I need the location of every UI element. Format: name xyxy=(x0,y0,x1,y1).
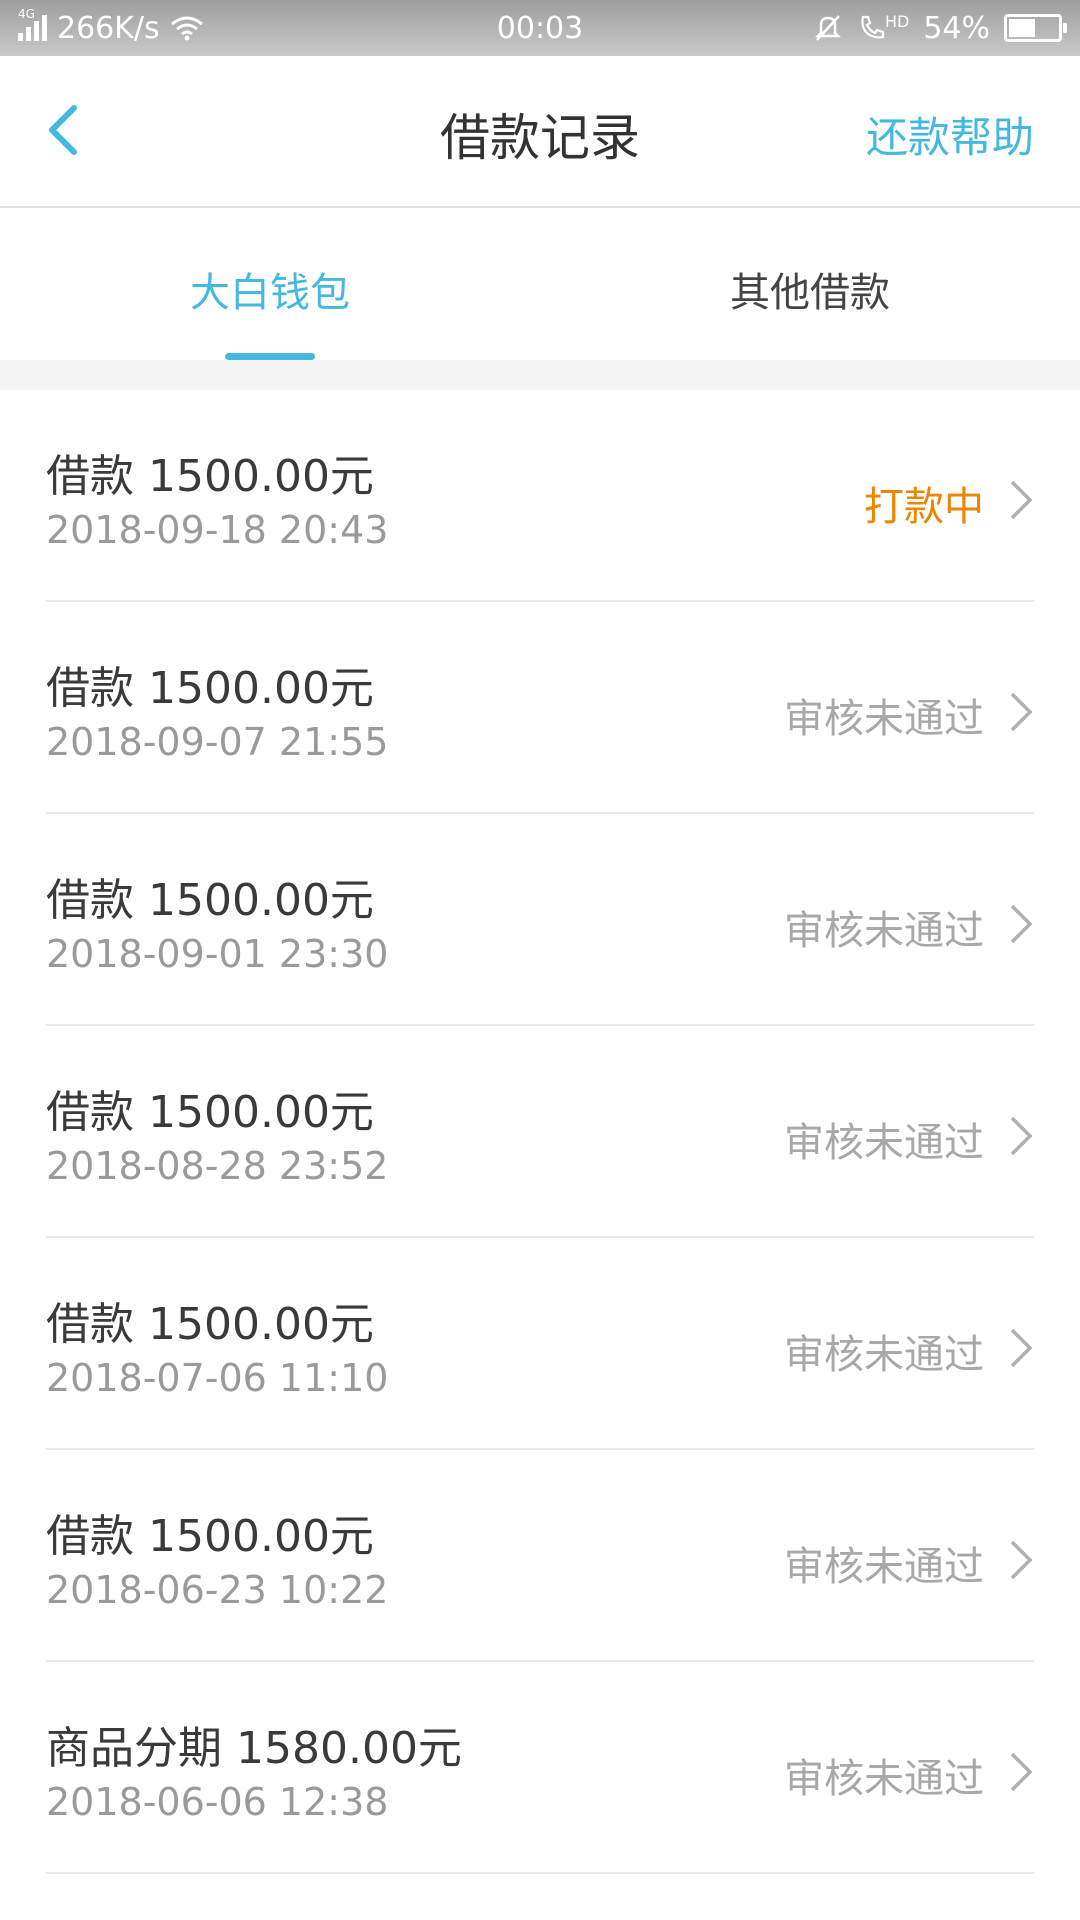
repayment-help-link[interactable]: 还款帮助 xyxy=(866,104,1034,165)
record-title: 借款 1500.00元 xyxy=(46,1087,374,1138)
tab-label: 大白钱包 xyxy=(190,270,350,316)
chevron-right-icon xyxy=(1010,480,1033,520)
record-date: 2018-09-18 20:43 xyxy=(46,508,389,552)
network-speed: 266K/s xyxy=(57,10,160,46)
status-left: 4G 266K/s xyxy=(18,7,418,46)
record-status: 审核未通过 xyxy=(784,1756,984,1802)
chevron-right-icon xyxy=(1010,692,1033,732)
record-title: 商品分期 1580.00元 xyxy=(46,1723,462,1774)
hd-call-icon xyxy=(861,15,885,39)
wifi-icon xyxy=(170,16,203,41)
tab-label: 其他借款 xyxy=(730,270,890,316)
hd-label: HD xyxy=(884,11,910,31)
record-status: 审核未通过 xyxy=(784,908,984,954)
loan-record-row[interactable]: 借款 1500.00元 2018-07-06 11:10 审核未通过 xyxy=(46,1238,1034,1450)
app-header: 借款记录 还款帮助 xyxy=(0,56,1080,208)
loan-record-row[interactable]: 借款 1500.00元 2018-09-18 20:43 打款中 xyxy=(46,390,1034,602)
record-title: 借款 1500.00元 xyxy=(46,451,374,502)
tab-bar: 大白钱包 其他借款 xyxy=(0,210,1080,360)
record-date: 2018-06-06 12:38 xyxy=(46,1780,389,1824)
record-date: 2018-09-01 23:30 xyxy=(46,932,389,976)
record-status: 审核未通过 xyxy=(784,696,984,742)
loan-record-row[interactable]: 借款 1500.00元 2018-08-28 23:52 审核未通过 xyxy=(46,1026,1034,1238)
record-title: 借款 1500.00元 xyxy=(46,1511,374,1562)
record-date: 2018-08-28 23:52 xyxy=(46,1144,389,1188)
clock: 00:03 xyxy=(496,10,584,46)
record-status: 审核未通过 xyxy=(784,1332,984,1378)
tab-other-loans[interactable]: 其他借款 xyxy=(540,210,1080,360)
battery-icon xyxy=(1004,14,1067,42)
record-title: 借款 1500.00元 xyxy=(46,875,374,926)
loan-record-row[interactable]: 借款 1500.00元 2018-09-07 21:55 审核未通过 xyxy=(46,602,1034,814)
record-title: 借款 1500.00元 xyxy=(46,663,374,714)
status-bar: 4G 266K/s 00:03 HD 54% xyxy=(0,0,1080,56)
record-title: 借款 1500.00元 xyxy=(46,1299,374,1350)
section-divider xyxy=(0,360,1080,390)
record-date: 2018-06-23 10:22 xyxy=(46,1568,389,1612)
network-type: 4G xyxy=(18,7,35,21)
tab-dabai-wallet[interactable]: 大白钱包 xyxy=(0,210,540,360)
chevron-right-icon xyxy=(1010,1328,1033,1368)
chevron-right-icon xyxy=(1010,1540,1033,1580)
record-status: 审核未通过 xyxy=(784,1544,984,1590)
chevron-right-icon xyxy=(1010,904,1033,944)
record-status: 打款中 xyxy=(864,484,984,530)
status-right: HD 54% xyxy=(662,10,1067,46)
tab-active-indicator xyxy=(225,353,315,360)
loan-record-row[interactable]: 借款 1500.00元 2018-09-01 23:30 审核未通过 xyxy=(46,814,1034,1026)
loan-record-row[interactable]: 借款 1500.00元 2018-06-23 10:22 审核未通过 xyxy=(46,1450,1034,1662)
record-date: 2018-09-07 21:55 xyxy=(46,720,389,764)
loan-record-row[interactable]: 商品分期 1580.00元 2018-06-06 12:38 审核未通过 xyxy=(46,1662,1034,1874)
chevron-right-icon xyxy=(1010,1116,1033,1156)
mute-bell-icon xyxy=(814,15,841,41)
chevron-right-icon xyxy=(1010,1752,1033,1792)
signal-icon: 4G xyxy=(18,7,47,41)
battery-percent: 54% xyxy=(923,10,990,46)
loan-record-list: 借款 1500.00元 2018-09-18 20:43 打款中 借款 1500… xyxy=(0,390,1080,1874)
record-status: 审核未通过 xyxy=(784,1120,984,1166)
record-date: 2018-07-06 11:10 xyxy=(46,1356,389,1400)
